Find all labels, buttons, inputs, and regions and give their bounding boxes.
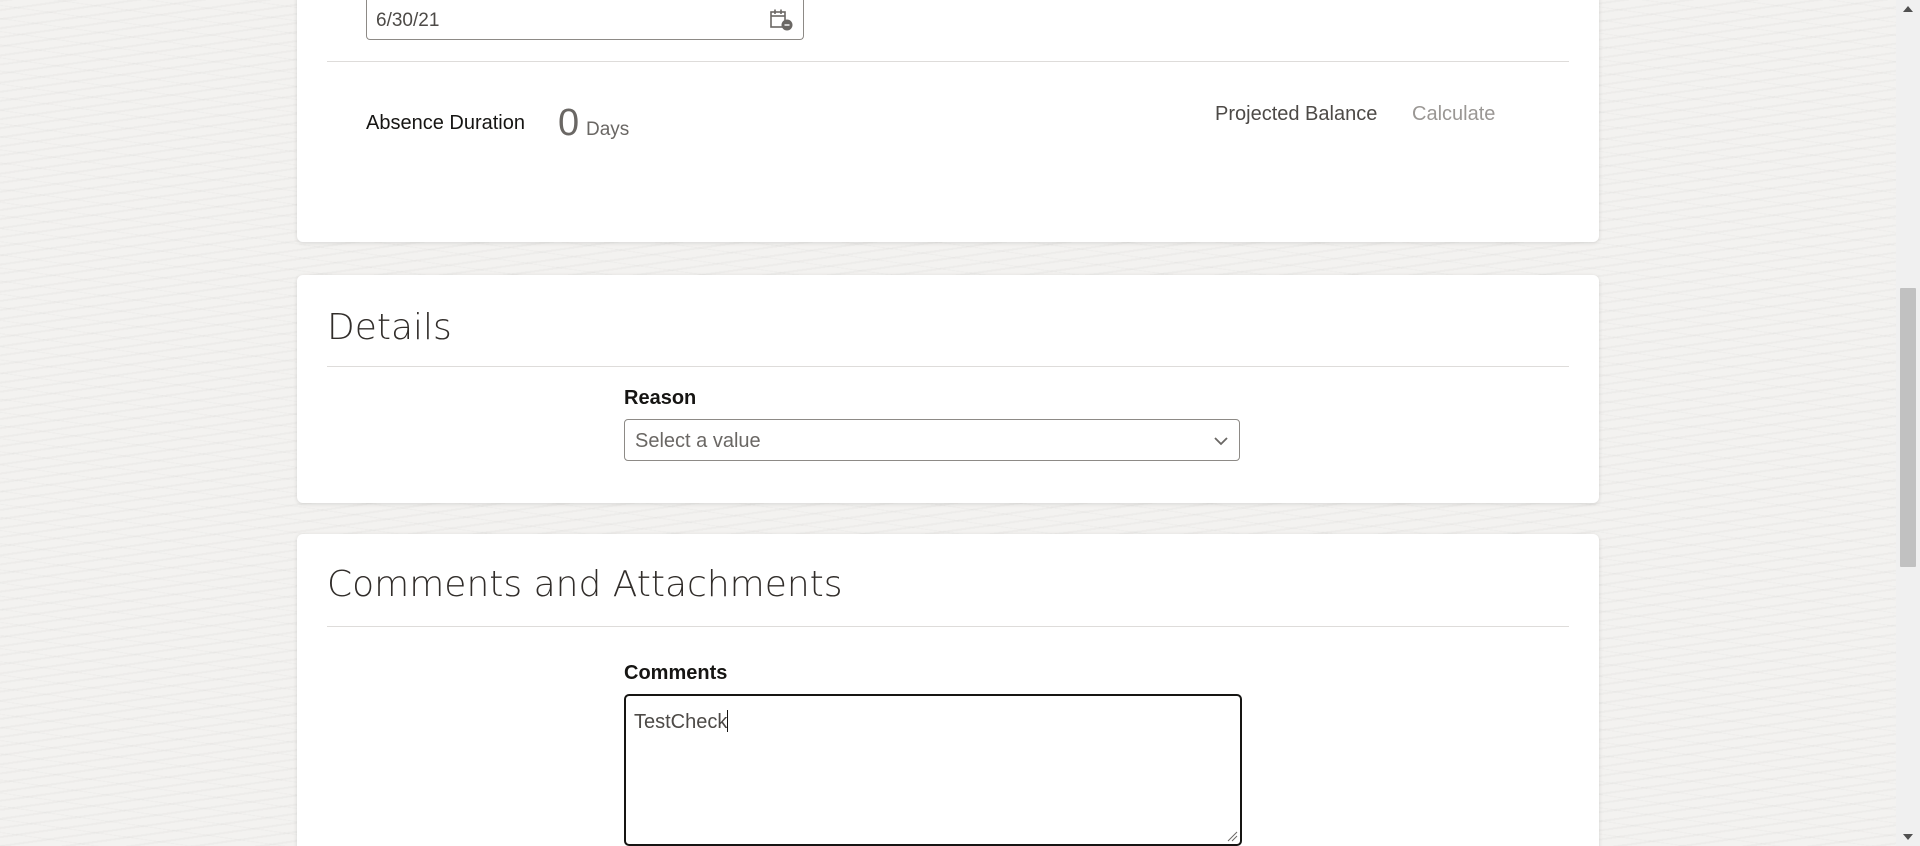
scroll-up-arrow-icon[interactable] (1902, 4, 1914, 14)
comments-text[interactable]: TestCheck (634, 711, 727, 733)
comments-label: Comments (624, 662, 728, 684)
page-scrollbar[interactable] (1896, 0, 1920, 846)
absence-duration-value: 0 (558, 102, 580, 144)
resize-handle-icon[interactable] (1226, 830, 1238, 842)
scroll-down-arrow-icon[interactable] (1902, 832, 1914, 842)
projected-balance-label: Projected Balance (1215, 103, 1378, 125)
calculate-link[interactable]: Calculate (1412, 103, 1495, 126)
section-divider (327, 626, 1569, 627)
text-caret (727, 710, 729, 732)
reason-label: Reason (624, 387, 697, 409)
comments-attachments-card: Comments and Attachments Comments TestCh… (297, 534, 1599, 846)
absence-dates-card: 6/30/21 Absence Duration 0 Days Projecte… (297, 0, 1599, 242)
scrollbar-thumb[interactable] (1900, 288, 1916, 567)
comments-section-title: Comments and Attachments (327, 564, 843, 605)
section-divider (327, 366, 1569, 367)
end-date-value[interactable]: 6/30/21 (376, 10, 439, 32)
chevron-down-icon[interactable] (1213, 433, 1229, 449)
calendar-icon[interactable] (769, 8, 795, 32)
section-divider (327, 61, 1569, 62)
details-card: Details Reason Select a value (297, 275, 1599, 503)
absence-duration-unit: Days (586, 119, 630, 140)
absence-duration-label: Absence Duration (366, 112, 525, 134)
reason-select-placeholder: Select a value (635, 430, 761, 452)
details-section-title: Details (327, 307, 452, 348)
end-date-field[interactable]: 6/30/21 (366, 0, 804, 40)
reason-select[interactable]: Select a value (624, 419, 1240, 461)
comments-textarea[interactable]: TestCheck (624, 694, 1242, 846)
